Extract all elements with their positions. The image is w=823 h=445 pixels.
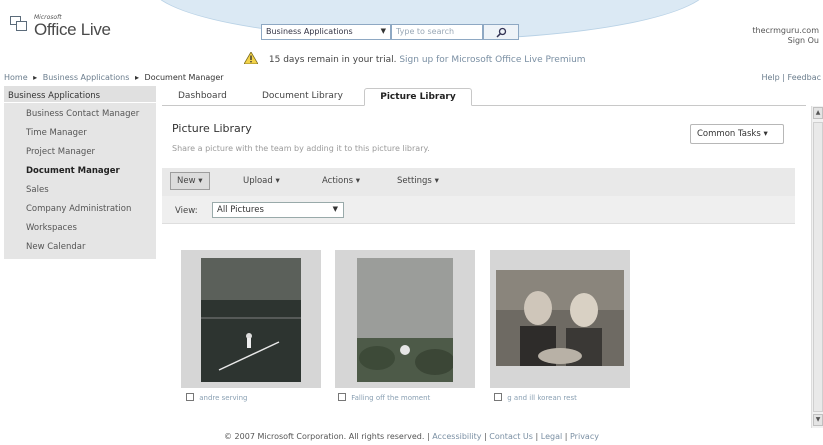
footer-legal-link[interactable]: Legal xyxy=(541,432,562,441)
office-logo-icon xyxy=(10,16,28,32)
logo-office-live-text: Office Live xyxy=(34,20,111,39)
settings-menu-label: Settings xyxy=(397,176,432,186)
sign-out-link[interactable]: Sign Ou xyxy=(752,36,819,46)
breadcrumb-home[interactable]: Home xyxy=(4,73,28,82)
picture-checkbox[interactable] xyxy=(494,393,502,401)
search-scope-select[interactable]: Business Applications ▼ xyxy=(261,24,391,40)
feedback-link[interactable]: Feedbac xyxy=(788,73,821,82)
picture-checkbox[interactable] xyxy=(338,393,346,401)
search-icon xyxy=(496,27,507,38)
settings-menu-button[interactable]: Settings ▾ xyxy=(397,176,439,186)
footer-accessibility-link[interactable]: Accessibility xyxy=(432,432,481,441)
common-tasks-button[interactable]: Common Tasks ▾ xyxy=(690,124,784,144)
top-links: Help | Feedbac xyxy=(761,73,821,82)
sidebar-item-workspaces[interactable]: Workspaces xyxy=(4,219,156,238)
user-area: thecrmguru.com Sign Ou xyxy=(752,26,819,46)
sidebar-item-time-manager[interactable]: Time Manager xyxy=(4,124,156,143)
page-description: Share a picture with the team by adding … xyxy=(172,144,430,153)
breadcrumb-business-applications[interactable]: Business Applications xyxy=(43,73,130,82)
footer: © 2007 Microsoft Corporation. All rights… xyxy=(0,432,823,441)
view-select[interactable]: All Pictures ▼ xyxy=(212,202,344,218)
picture-caption-row: Falling off the moment xyxy=(338,393,430,402)
common-tasks-label: Common Tasks xyxy=(697,129,761,139)
vertical-scrollbar[interactable]: ▲ ▼ xyxy=(811,106,823,428)
breadcrumb-separator-icon: ▸ xyxy=(134,73,139,82)
chevron-down-icon: ▾ xyxy=(275,176,280,186)
search-input[interactable]: Type to search xyxy=(391,24,483,40)
office-live-logo[interactable]: Microsoft Office Live xyxy=(10,14,120,46)
chevron-down-icon: ▾ xyxy=(434,176,439,186)
couple-restaurant-photo xyxy=(496,270,624,366)
search-button[interactable] xyxy=(483,24,519,40)
sidebar-item-company-administration[interactable]: Company Administration xyxy=(4,200,156,219)
chevron-down-icon: ▼ xyxy=(380,27,386,35)
picture-thumbnail[interactable] xyxy=(181,250,321,388)
warning-icon xyxy=(244,52,258,64)
picture-caption[interactable]: Falling off the moment xyxy=(351,394,430,402)
scroll-down-icon[interactable]: ▼ xyxy=(813,414,823,426)
sidebar-item-business-contact-manager[interactable]: Business Contact Manager xyxy=(4,105,156,124)
scroll-up-icon[interactable]: ▲ xyxy=(813,107,823,119)
sidebar-item-project-manager[interactable]: Project Manager xyxy=(4,143,156,162)
picture-caption-row: g and ill korean rest xyxy=(494,393,577,402)
trial-message: 15 days remain in your trial. xyxy=(268,55,397,65)
picture-caption-row: andre serving xyxy=(186,393,247,402)
picture-caption[interactable]: andre serving xyxy=(199,394,247,402)
view-row: View: All Pictures ▼ xyxy=(162,196,795,224)
upload-menu-label: Upload xyxy=(243,176,273,186)
new-menu-label: New xyxy=(177,176,196,186)
search-scope-value: Business Applications xyxy=(266,27,353,36)
sidebar-header[interactable]: Business Applications xyxy=(4,86,156,103)
actions-menu-label: Actions xyxy=(322,176,354,186)
tab-bar: Dashboard Document Library Picture Libra… xyxy=(162,88,806,106)
tab-dashboard[interactable]: Dashboard xyxy=(178,88,227,106)
view-select-value: All Pictures xyxy=(217,205,264,215)
sidebar-item-sales[interactable]: Sales xyxy=(4,181,156,200)
trial-signup-link[interactable]: Sign up for Microsoft Office Live Premiu… xyxy=(399,55,585,65)
picture-checkbox[interactable] xyxy=(186,393,194,401)
new-menu-button[interactable]: New ▾ xyxy=(170,172,210,190)
chevron-down-icon: ▾ xyxy=(355,176,361,186)
view-label: View: xyxy=(175,206,198,216)
chevron-down-icon: ▾ xyxy=(763,129,768,139)
footer-copyright: © 2007 Microsoft Corporation. All rights… xyxy=(224,432,425,441)
breadcrumb-separator-icon: ▸ xyxy=(33,73,38,82)
sidebar-item-new-calendar[interactable]: New Calendar xyxy=(4,238,156,257)
trial-notice: 15 days remain in your trial. Sign up fo… xyxy=(244,52,586,65)
tennis-court-photo xyxy=(201,258,301,382)
footer-contact-link[interactable]: Contact Us xyxy=(489,432,533,441)
scrollbar-thumb[interactable] xyxy=(813,122,823,412)
outdoor-fall-photo xyxy=(357,258,453,382)
library-toolbar: New ▾ Upload ▾ Actions ▾ Settings ▾ xyxy=(162,168,795,196)
breadcrumb: Home ▸ Business Applications ▸ Document … xyxy=(4,73,224,82)
picture-thumbnail[interactable] xyxy=(335,250,475,388)
sidebar: Business Applications Business Contact M… xyxy=(4,86,156,259)
sidebar-item-document-manager[interactable]: Document Manager xyxy=(4,162,156,181)
breadcrumb-current: Document Manager xyxy=(144,73,224,82)
help-link[interactable]: Help xyxy=(761,73,779,82)
upload-menu-button[interactable]: Upload ▾ xyxy=(243,176,280,186)
sidebar-list: Business Contact Manager Time Manager Pr… xyxy=(4,103,156,257)
chevron-down-icon: ▼ xyxy=(332,205,338,213)
actions-menu-button[interactable]: Actions ▾ xyxy=(322,176,360,186)
tab-picture-library[interactable]: Picture Library xyxy=(364,88,472,106)
user-name: thecrmguru.com xyxy=(752,26,819,35)
chevron-down-icon: ▾ xyxy=(198,176,203,186)
footer-privacy-link[interactable]: Privacy xyxy=(570,432,599,441)
tab-document-library[interactable]: Document Library xyxy=(262,88,343,106)
picture-thumbnail[interactable] xyxy=(490,250,630,388)
page-title: Picture Library xyxy=(172,122,252,135)
picture-caption[interactable]: g and ill korean rest xyxy=(507,394,577,402)
